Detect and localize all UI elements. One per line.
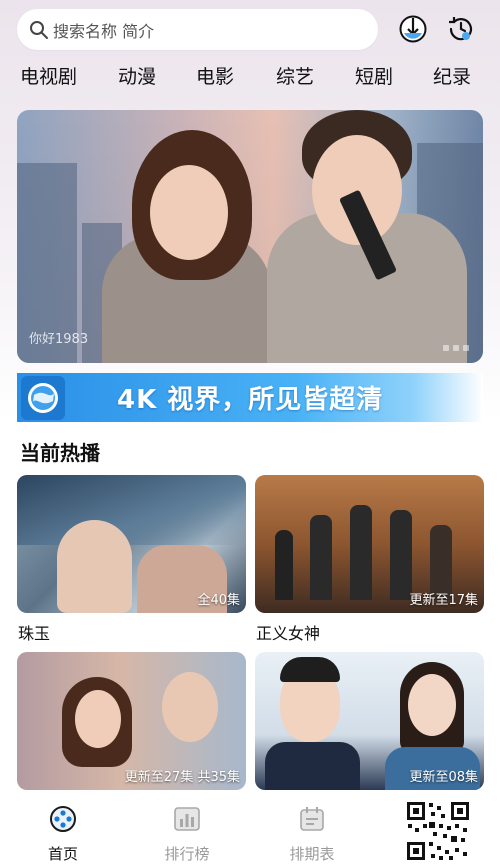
ranking-icon xyxy=(174,807,200,831)
tab-documentary[interactable]: 纪录 xyxy=(433,62,471,89)
tab-anime[interactable]: 动漫 xyxy=(118,62,156,89)
show-card[interactable]: 全40集 xyxy=(17,475,246,613)
show-thumbnail: 更新至27集 共35集 xyxy=(17,652,246,790)
category-tabs: 电视剧 动漫 电影 综艺 短剧 纪录 xyxy=(0,62,500,94)
tab-tv[interactable]: 电视剧 xyxy=(20,62,77,89)
show-card[interactable]: 更新至17集 xyxy=(255,475,484,613)
tab-short[interactable]: 短剧 xyxy=(355,62,393,89)
show-thumbnail: 更新至17集 xyxy=(255,475,484,613)
nav-home-label: 首页 xyxy=(47,845,78,863)
banner-pager xyxy=(443,345,469,351)
show-thumbnail: 更新至08集 xyxy=(255,652,484,790)
show-title[interactable]: 正义女神 xyxy=(256,620,320,644)
nav-ranking[interactable]: 排行榜 xyxy=(147,805,227,864)
globe-logo-icon xyxy=(21,375,65,420)
show-card[interactable]: 更新至08集 xyxy=(255,652,484,790)
nav-schedule[interactable]: 排期表 xyxy=(272,805,352,864)
search-placeholder: 搜索名称 简介 xyxy=(53,21,155,41)
search-bar[interactable]: 搜索名称 简介 xyxy=(17,9,378,50)
episode-badge: 全40集 xyxy=(197,593,240,608)
show-card[interactable]: 更新至27集 共35集 xyxy=(17,652,246,790)
nav-ranking-label: 排行榜 xyxy=(164,845,210,863)
history-icon[interactable] xyxy=(446,14,476,44)
episode-badge: 更新至27集 共35集 xyxy=(124,770,240,785)
download-icon[interactable] xyxy=(398,14,428,44)
banner-caption: 你好1983 xyxy=(29,332,89,347)
section-title: 当前热播 xyxy=(20,441,100,465)
search-icon xyxy=(30,20,48,39)
calendar-icon xyxy=(300,807,324,831)
nav-home[interactable]: 首页 xyxy=(23,805,103,864)
qr-code[interactable] xyxy=(405,800,471,862)
show-title[interactable]: 珠玉 xyxy=(18,620,50,644)
ad-text: 4K 视界，所见皆超清 xyxy=(117,385,384,415)
episode-badge: 更新至17集 xyxy=(409,593,478,608)
tab-variety[interactable]: 综艺 xyxy=(276,62,314,89)
nav-schedule-label: 排期表 xyxy=(289,845,335,863)
show-thumbnail: 全40集 xyxy=(17,475,246,613)
hero-banner[interactable]: 你好1983 xyxy=(17,110,483,363)
film-reel-icon xyxy=(50,806,76,832)
episode-badge: 更新至08集 xyxy=(409,770,478,785)
ad-banner[interactable]: 4K 视界，所见皆超清 xyxy=(17,373,483,422)
tab-movie[interactable]: 电影 xyxy=(196,62,234,89)
